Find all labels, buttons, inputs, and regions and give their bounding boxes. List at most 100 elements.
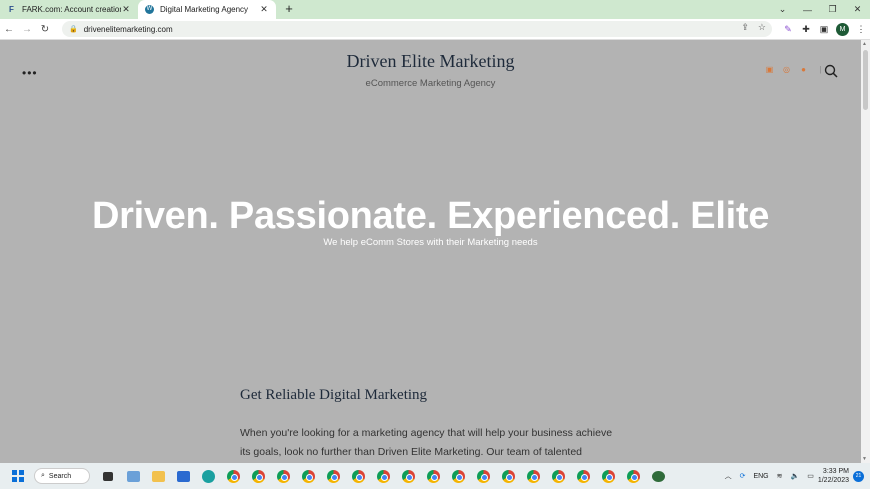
tab-fark[interactable]: F FARK.com: Account creation ✕ [0,0,138,19]
chrome-icon [426,469,440,483]
chrome-taskbar-icon[interactable] [298,466,318,486]
forward-button[interactable]: → [18,24,36,35]
photos-icon[interactable] [123,466,143,486]
site-tagline: eCommerce Marketing Agency [365,78,496,89]
chevron-down-icon[interactable]: ⌄ [770,0,795,19]
taskbar-apps [98,466,668,486]
maximize-button[interactable]: ❐ [820,0,845,19]
tab-title: Digital Marketing Agency [160,5,249,14]
chrome-taskbar-icon[interactable] [548,466,568,486]
close-window-button[interactable]: ✕ [845,0,870,19]
chrome-taskbar-icon[interactable] [323,466,343,486]
file-explorer-icon[interactable] [148,466,168,486]
minimize-button[interactable]: — [795,0,820,19]
volume-icon[interactable]: 🔈 [791,472,800,480]
chrome-taskbar-icon[interactable] [373,466,393,486]
chrome-icon [276,469,290,483]
chrome-icon [251,469,265,483]
chrome-icon [226,469,240,483]
battery-icon[interactable]: ▭ [807,472,814,480]
reload-button[interactable]: ↻ [36,24,54,35]
social-links: ▣ ◎ ● | [765,65,825,74]
chrome-icon [551,469,565,483]
menu-kebab-icon[interactable]: ⋮ [852,24,870,35]
wordpress-icon: W [145,5,154,14]
wifi-icon[interactable]: ≋ [777,472,783,480]
language-indicator[interactable]: ENG [753,473,768,480]
close-icon[interactable]: ✕ [259,4,269,15]
edge-icon[interactable] [198,466,218,486]
chrome-taskbar-icon[interactable] [623,466,643,486]
chrome-icon [301,469,315,483]
web-page: ••• Driven Elite Marketing eCommerce Mar… [0,40,861,463]
chrome-taskbar-icon[interactable] [223,466,243,486]
section-heading: Get Reliable Digital Marketing [240,387,428,403]
chrome-icon [326,469,340,483]
toolbar: ← → ↻ 🔒 drivenelitemarketing.com ⇪ ☆ ✎ ✚… [0,19,870,40]
back-button[interactable]: ← [0,24,18,35]
chrome-icon [576,469,590,483]
fark-icon: F [9,5,14,14]
close-icon[interactable]: ✕ [121,4,131,15]
chrome-taskbar-icon[interactable] [523,466,543,486]
tab-digital-marketing[interactable]: W Digital Marketing Agency ✕ [138,0,276,19]
chrome-taskbar-icon[interactable] [498,466,518,486]
share-icon[interactable]: ⇪ [741,22,749,33]
task-view-icon[interactable] [98,466,118,486]
chrome-icon [476,469,490,483]
taskbar: ⌕ Search ︿ ⟳ ENG ≋ 🔈 ▭ 3:33 PM 1/22/2023… [0,463,870,489]
tray-app-icon[interactable]: ⟳ [740,472,746,480]
hero-subheadline: We help eComm Stores with their Marketin… [323,237,538,248]
chrome-icon [451,469,465,483]
chrome-icon [501,469,515,483]
address-bar[interactable]: 🔒 drivenelitemarketing.com ⇪ ☆ [62,21,772,37]
sidepanel-icon[interactable]: ▣ [815,24,833,35]
chrome-icon [601,469,615,483]
tab-title: FARK.com: Account creation [22,5,121,14]
scroll-up-icon[interactable]: ▲ [862,41,867,47]
search-icon: ⌕ [41,472,45,479]
chrome-taskbar-icon[interactable] [398,466,418,486]
chrome-icon [526,469,540,483]
tray-pinned-app-icon[interactable] [648,466,668,486]
bookmark-star-icon[interactable]: ☆ [758,22,766,33]
chrome-taskbar-icon[interactable] [598,466,618,486]
search-icon[interactable] [824,64,838,78]
facebook-icon[interactable]: ● [799,65,808,74]
new-tab-button[interactable]: + [282,0,296,19]
hero-headline: Driven. Passionate. Experienced. Elite [91,195,770,237]
scrollbar-thumb[interactable] [863,50,868,110]
chrome-icon [376,469,390,483]
chevron-up-icon[interactable]: ︿ [725,471,732,481]
puzzle-icon[interactable]: ✚ [797,24,815,35]
url-text: drivenelitemarketing.com [83,24,173,34]
chrome-taskbar-icon[interactable] [423,466,443,486]
chrome-taskbar-icon[interactable] [248,466,268,486]
chrome-icon [626,469,640,483]
store-icon[interactable] [173,466,193,486]
chrome-taskbar-icon[interactable] [448,466,468,486]
date: 1/22/2023 [817,477,849,484]
scroll-down-icon[interactable]: ▼ [862,456,867,462]
profile-avatar[interactable]: M [836,23,849,36]
site-title[interactable]: Driven Elite Marketing [0,51,861,72]
taskbar-search[interactable]: ⌕ Search [34,468,90,484]
tab-strip: F FARK.com: Account creation ✕ W Digital… [0,0,870,19]
pen-extension-icon[interactable]: ✎ [779,24,797,35]
instagram-icon[interactable]: ◎ [782,65,791,74]
notification-badge[interactable]: 21 [853,470,864,482]
system-tray: ︿ ⟳ ENG ≋ 🔈 ▭ 3:33 PM 1/22/2023 21 [721,463,870,489]
section-paragraph: When you're looking for a marketing agen… [240,427,613,458]
chrome-icon [401,469,415,483]
chrome-taskbar-icon[interactable] [348,466,368,486]
chrome-taskbar-icon[interactable] [273,466,293,486]
lock-icon[interactable]: 🔒 [69,25,78,33]
linkedin-icon[interactable]: ▣ [765,65,774,74]
windows-start-icon[interactable] [12,470,24,482]
scrollbar[interactable]: ▲ ▼ [861,40,870,463]
extensions-area: ✎ ✚ ▣ M ⋮ [779,19,870,40]
clock[interactable]: 3:33 PM 1/22/2023 [818,467,849,485]
window-controls: ⌄ — ❐ ✕ [770,0,870,19]
chrome-taskbar-icon[interactable] [573,466,593,486]
chrome-taskbar-icon[interactable] [473,466,493,486]
